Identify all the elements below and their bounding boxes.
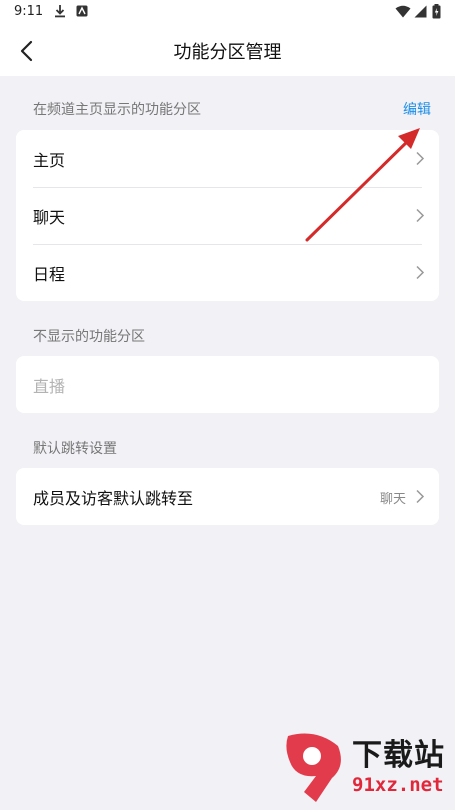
watermark-logo-icon [286,733,341,802]
annotation-arrow-icon [305,128,420,242]
watermark-title: 下载站 [352,738,445,773]
watermark-url: 91xz.net [352,774,444,796]
watermark: 下载站 91xz.net [282,730,452,806]
